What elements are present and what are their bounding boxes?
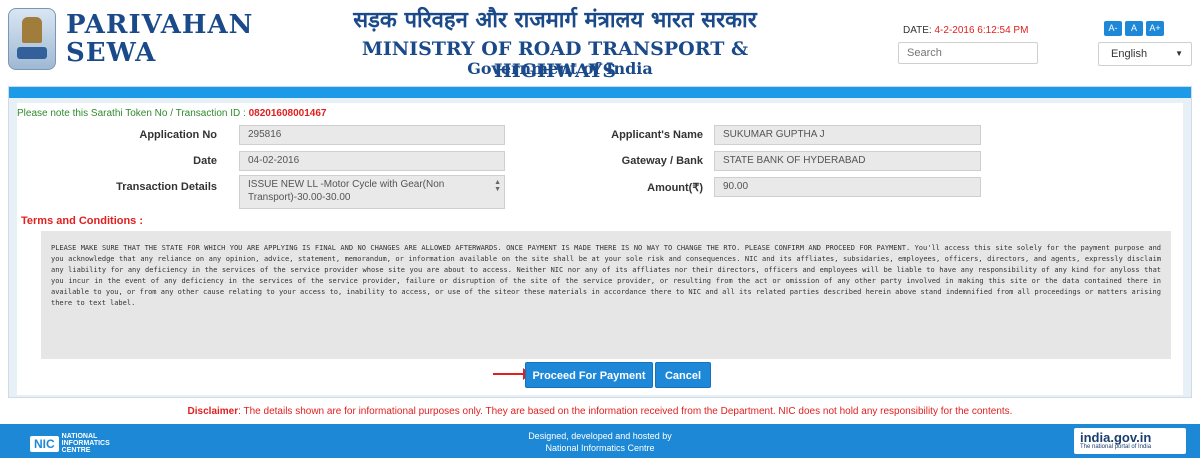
india-gov-logo[interactable]: india.gov.in The national portal of Indi… [1074, 428, 1186, 454]
designed-by: Designed, developed and hosted by Nation… [400, 430, 800, 454]
designed-line1: Designed, developed and hosted by [528, 431, 672, 441]
disclaimer-text: : The details shown are for informationa… [238, 406, 1013, 417]
application-no-label: Application No [139, 129, 217, 141]
brand-line1[interactable]: PARIVAHAN [66, 10, 253, 40]
nic-line1: NATIONAL [61, 433, 98, 440]
font-size-controls: A- A A+ [1101, 18, 1164, 36]
portal-name: india.gov.in [1080, 430, 1152, 445]
nic-logo[interactable]: NIC NATIONAL INFORMATICS CENTRE [30, 433, 110, 454]
panel-top-bar [9, 87, 1191, 98]
textarea-scroll-icon[interactable]: ▲ ▼ [494, 179, 501, 193]
hindi-title: सड़क परिवहन और राजमार्ग मंत्रालय भारत सर… [353, 7, 757, 33]
token-id: 08201608001467 [248, 108, 327, 119]
font-normal-button[interactable]: A [1125, 21, 1143, 36]
arrow-right-icon [493, 368, 531, 380]
payment-form: Please note this Sarathi Token No / Tran… [17, 103, 1183, 395]
applicant-name-field[interactable]: SUKUMAR GUPTHA J [714, 125, 981, 145]
font-increase-button[interactable]: A+ [1146, 21, 1164, 36]
emblem-logo [8, 8, 56, 70]
government-title: Government of India [467, 59, 653, 78]
application-no-field[interactable]: 295816 [239, 125, 505, 145]
nic-line2: INFORMATICS [61, 440, 110, 447]
gateway-field[interactable]: STATE BANK OF HYDERABAD [714, 151, 981, 171]
date-value: 4-2-2016 6:12:54 PM [934, 25, 1029, 36]
main-panel: Please note this Sarathi Token No / Tran… [8, 86, 1192, 398]
chevron-down-icon: ▼ [1175, 49, 1183, 58]
applicant-name-label: Applicant's Name [611, 129, 703, 141]
font-decrease-button[interactable]: A- [1104, 21, 1122, 36]
current-date: DATE: 4-2-2016 6:12:54 PM [903, 25, 1028, 36]
date-label: Date [193, 155, 217, 167]
amount-label: Amount(₹) [647, 182, 703, 194]
date-field[interactable]: 04-02-2016 [239, 151, 505, 171]
designed-line2: National Informatics Centre [545, 443, 655, 453]
nic-line3: CENTRE [61, 447, 91, 454]
terms-text: PLEASE MAKE SURE THAT THE STATE FOR WHIC… [41, 231, 1171, 359]
language-value: English [1111, 48, 1148, 60]
date-prefix: DATE: [903, 25, 935, 36]
terms-title: Terms and Conditions : [21, 215, 144, 227]
amount-field[interactable]: 90.00 [714, 177, 981, 197]
portal-tag: The national portal of India [1080, 444, 1152, 450]
site-header: PARIVAHAN SEWA सड़क परिवहन और राजमार्ग म… [0, 0, 1200, 86]
gateway-label: Gateway / Bank [621, 155, 703, 167]
site-footer: NIC NATIONAL INFORMATICS CENTRE Designed, d… [0, 424, 1200, 458]
nic-logo-text: NATIONAL INFORMATICS CENTRE [62, 433, 110, 454]
token-prefix: Please note this Sarathi Token No / Tran… [17, 108, 249, 119]
disclaimer-label: Disclaimer [187, 406, 239, 417]
transaction-details-label: Transaction Details [116, 181, 217, 193]
search-input[interactable] [898, 42, 1038, 64]
proceed-payment-button[interactable]: Proceed For Payment [525, 362, 653, 388]
cancel-button[interactable]: Cancel [655, 362, 711, 388]
transaction-details-field[interactable]: ISSUE NEW LL -Motor Cycle with Gear(Non … [239, 175, 505, 209]
language-select[interactable]: English ▼ [1098, 42, 1192, 66]
token-note: Please note this Sarathi Token No / Tran… [17, 108, 326, 119]
lion-capital-icon [22, 17, 42, 43]
transaction-details-value: ISSUE NEW LL -Motor Cycle with Gear(Non … [248, 179, 445, 203]
brand-line2[interactable]: SEWA [66, 38, 156, 68]
nic-logo-box: NIC [30, 435, 59, 452]
disclaimer: Disclaimer: The details shown are for in… [0, 406, 1200, 417]
emblem-base-icon [17, 47, 47, 59]
